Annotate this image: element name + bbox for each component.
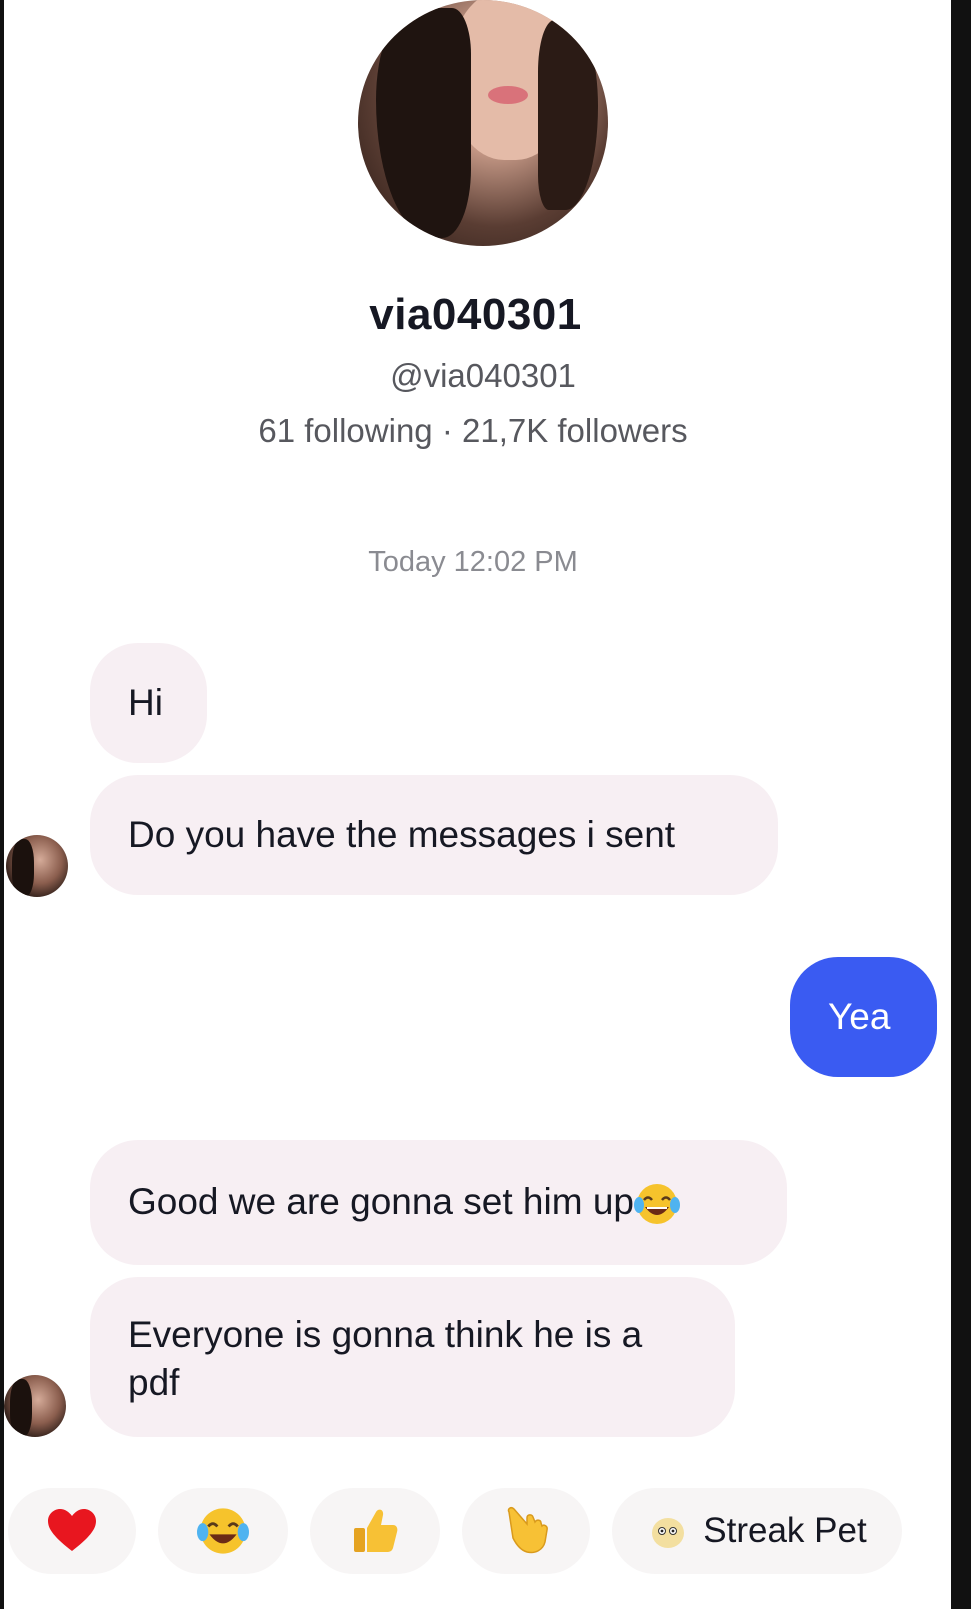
message-bubble-incoming[interactable]: Good we are gonna set him up <box>90 1140 787 1265</box>
message-text: Do you have the messages i sent <box>128 814 676 855</box>
message-bubble-incoming[interactable]: Everyone is gonna think he is a pdf <box>90 1277 735 1437</box>
quick-reaction-laugh[interactable] <box>158 1488 288 1574</box>
tears-of-joy-icon <box>634 1184 680 1225</box>
message-text: Everyone is gonna think he is a pdf <box>128 1314 643 1403</box>
right-frame-edge <box>951 0 971 1609</box>
message-text: Yea <box>828 996 891 1037</box>
quick-reaction-streak-pet[interactable]: Streak Pet <box>612 1488 902 1574</box>
profile-avatar[interactable] <box>358 0 608 246</box>
streak-pet-label: Streak Pet <box>703 1511 867 1550</box>
sender-avatar-hair <box>12 839 34 897</box>
quick-reactions-bar: Streak Pet <box>0 1488 951 1578</box>
sender-avatar[interactable] <box>4 1375 66 1437</box>
message-bubble-incoming[interactable]: Do you have the messages i sent <box>90 775 778 895</box>
avatar-lips <box>488 86 528 104</box>
left-frame-edge <box>0 0 4 1609</box>
thumbs-up-icon <box>354 1509 398 1552</box>
heart-icon <box>48 1509 96 1551</box>
message-bubble-incoming[interactable]: Hi <box>90 643 207 763</box>
profile-display-name[interactable]: via040301 <box>0 290 951 340</box>
avatar-hair-right <box>538 20 598 210</box>
quick-reaction-heart[interactable] <box>8 1488 136 1574</box>
message-text: Good we are gonna set him up <box>128 1181 634 1222</box>
tears-of-joy-icon <box>197 1508 249 1554</box>
message-text: Hi <box>128 682 163 723</box>
sender-avatar-hair <box>10 1379 32 1437</box>
message-bubble-outgoing[interactable]: Yea <box>790 957 937 1077</box>
sender-avatar[interactable] <box>6 835 68 897</box>
chat-timestamp: Today 12:02 PM <box>368 546 578 578</box>
streak-pet-icon <box>652 1518 685 1548</box>
quick-reaction-pointing[interactable] <box>462 1488 590 1574</box>
pointing-hand-icon <box>507 1507 548 1554</box>
avatar-hair-left <box>376 8 471 238</box>
profile-username: @via040301 <box>390 357 576 394</box>
profile-stats: 61 following · 21,7K followers <box>258 412 688 449</box>
quick-reaction-thumbs-up[interactable] <box>310 1488 440 1574</box>
